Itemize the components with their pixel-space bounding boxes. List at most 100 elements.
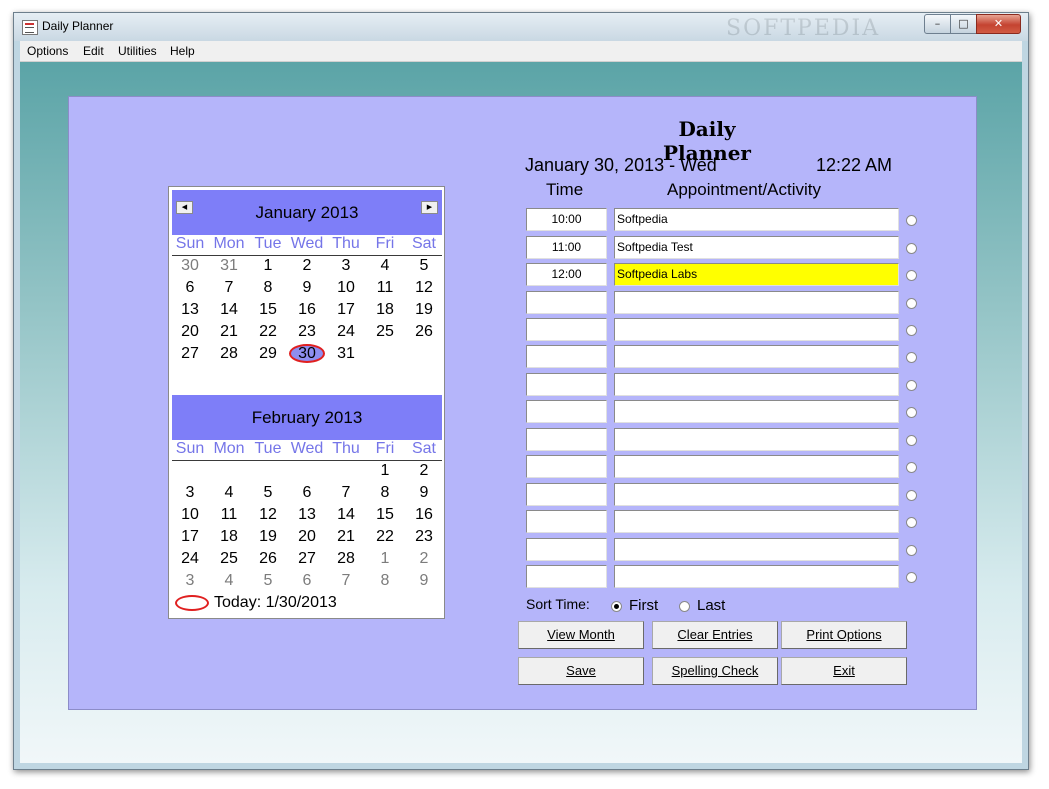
title-bar[interactable]: Daily Planner SOFTPEDIA – □ ✕ [14, 13, 1028, 41]
time-field[interactable] [526, 510, 607, 533]
calendar-day[interactable]: 23 [289, 323, 325, 341]
calendar-day[interactable]: 16 [289, 301, 325, 319]
calendar-day[interactable]: 9 [289, 279, 325, 297]
calendar-day[interactable]: 22 [250, 323, 286, 341]
calendar-day[interactable]: 18 [211, 528, 247, 546]
calendar-day[interactable]: 31 [328, 345, 364, 363]
row-select-radio[interactable] [906, 462, 917, 473]
row-select-radio[interactable] [906, 380, 917, 391]
calendar-day[interactable]: 4 [367, 257, 403, 275]
calendar-day[interactable]: 5 [406, 257, 442, 275]
time-field[interactable] [526, 291, 607, 314]
next-month-button[interactable]: ▶ [421, 201, 438, 214]
row-select-radio[interactable] [906, 352, 917, 363]
calendar-day[interactable]: 1 [250, 257, 286, 275]
calendar-day[interactable]: 18 [367, 301, 403, 319]
row-select-radio[interactable] [906, 270, 917, 281]
calendar-day[interactable]: 17 [172, 528, 208, 546]
calendar-day[interactable]: 1 [367, 462, 403, 480]
calendar-day[interactable]: 3 [172, 484, 208, 502]
exit-button[interactable]: Exit [781, 657, 907, 685]
calendar-day[interactable]: 25 [211, 550, 247, 568]
menu-options[interactable]: Options [27, 44, 68, 58]
appointment-field[interactable] [614, 400, 899, 423]
calendar-day[interactable]: 12 [406, 279, 442, 297]
sort-first-radio[interactable] [611, 601, 622, 612]
calendar-day[interactable]: 30 [172, 257, 208, 275]
calendar-day[interactable]: 9 [406, 572, 442, 590]
calendar-day[interactable]: 5 [250, 484, 286, 502]
calendar-day[interactable]: 8 [367, 484, 403, 502]
calendar-day[interactable]: 6 [289, 572, 325, 590]
time-field[interactable]: 11:00 [526, 236, 607, 259]
appointment-field[interactable] [614, 483, 899, 506]
calendar-day[interactable]: 15 [250, 301, 286, 319]
calendar-day[interactable]: 5 [250, 572, 286, 590]
row-select-radio[interactable] [906, 490, 917, 501]
appointment-field[interactable] [614, 318, 899, 341]
time-field[interactable]: 10:00 [526, 208, 607, 231]
calendar-day[interactable]: 15 [367, 506, 403, 524]
calendar-day[interactable]: 29 [250, 345, 286, 363]
calendar-day[interactable]: 30 [289, 345, 325, 363]
calendar-day[interactable]: 13 [289, 506, 325, 524]
calendar-day[interactable]: 6 [289, 484, 325, 502]
appointment-field[interactable]: Softpedia Labs [614, 263, 899, 286]
calendar-day[interactable]: 3 [172, 572, 208, 590]
calendar-day[interactable]: 2 [289, 257, 325, 275]
time-field[interactable] [526, 565, 607, 588]
calendar-day[interactable]: 11 [367, 279, 403, 297]
calendar-day[interactable]: 9 [406, 484, 442, 502]
maximize-button[interactable]: □ [950, 14, 977, 34]
calendar-day[interactable]: 21 [211, 323, 247, 341]
appointment-field[interactable] [614, 373, 899, 396]
print-options-button[interactable]: Print Options [781, 621, 907, 649]
appointment-field[interactable] [614, 291, 899, 314]
calendar-day[interactable]: 22 [367, 528, 403, 546]
calendar-day[interactable]: 8 [367, 572, 403, 590]
row-select-radio[interactable] [906, 407, 917, 418]
menu-edit[interactable]: Edit [83, 44, 104, 58]
minimize-button[interactable]: – [924, 14, 951, 34]
row-select-radio[interactable] [906, 243, 917, 254]
today-label[interactable]: Today: 1/30/2013 [214, 594, 337, 612]
row-select-radio[interactable] [906, 325, 917, 336]
calendar-day[interactable]: 27 [289, 550, 325, 568]
appointment-field[interactable] [614, 428, 899, 451]
calendar-day[interactable]: 8 [250, 279, 286, 297]
time-field[interactable] [526, 455, 607, 478]
calendar-day[interactable]: 25 [367, 323, 403, 341]
row-select-radio[interactable] [906, 215, 917, 226]
calendar-day[interactable]: 7 [328, 484, 364, 502]
calendar-day[interactable]: 20 [172, 323, 208, 341]
menu-help[interactable]: Help [170, 44, 195, 58]
save-button[interactable]: Save [518, 657, 644, 685]
view-month-button[interactable]: View Month [518, 621, 644, 649]
time-field[interactable] [526, 373, 607, 396]
time-field[interactable] [526, 428, 607, 451]
calendar-day[interactable]: 28 [211, 345, 247, 363]
time-field[interactable] [526, 318, 607, 341]
calendar-day[interactable]: 11 [211, 506, 247, 524]
calendar-day[interactable]: 13 [172, 301, 208, 319]
calendar-day[interactable]: 21 [328, 528, 364, 546]
appointment-field[interactable] [614, 565, 899, 588]
calendar-day[interactable]: 4 [211, 572, 247, 590]
appointment-field[interactable]: Softpedia Test [614, 236, 899, 259]
calendar-day[interactable]: 17 [328, 301, 364, 319]
calendar-day[interactable]: 4 [211, 484, 247, 502]
calendar-day[interactable]: 28 [328, 550, 364, 568]
calendar-day[interactable]: 16 [406, 506, 442, 524]
row-select-radio[interactable] [906, 298, 917, 309]
appointment-field[interactable] [614, 510, 899, 533]
calendar-day[interactable]: 10 [328, 279, 364, 297]
menu-utilities[interactable]: Utilities [118, 44, 157, 58]
time-field[interactable]: 12:00 [526, 263, 607, 286]
calendar-day[interactable]: 19 [250, 528, 286, 546]
calendar-day[interactable]: 14 [211, 301, 247, 319]
calendar-day[interactable]: 20 [289, 528, 325, 546]
calendar-day[interactable]: 3 [328, 257, 364, 275]
calendar-day[interactable]: 31 [211, 257, 247, 275]
calendar-day[interactable]: 7 [211, 279, 247, 297]
time-field[interactable] [526, 400, 607, 423]
